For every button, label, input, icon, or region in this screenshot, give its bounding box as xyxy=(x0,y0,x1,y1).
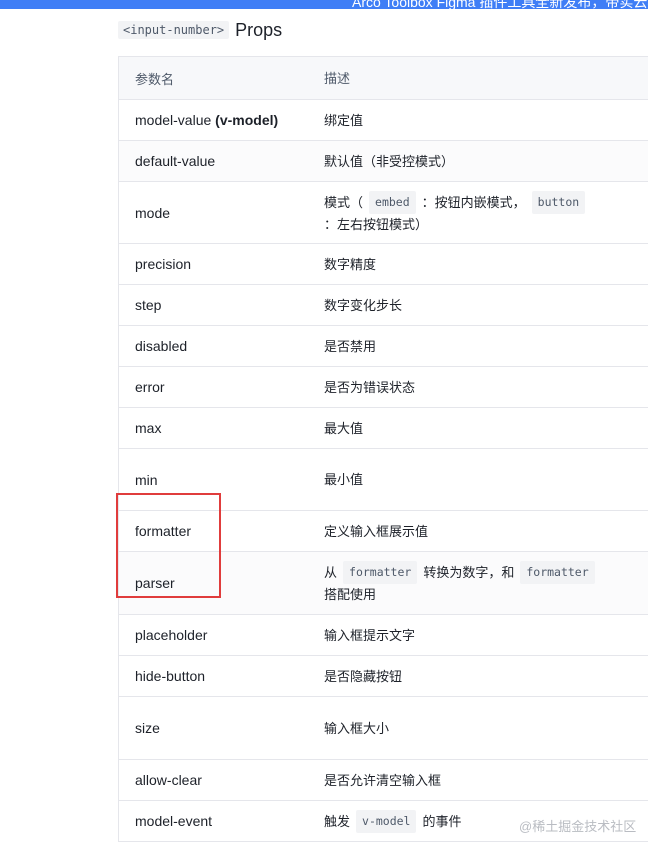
table-row: size 输入框大小 xyxy=(119,697,648,760)
prop-name-text: model-value xyxy=(135,112,212,128)
prop-desc: 是否为错误状态 xyxy=(324,379,416,395)
table-row: default-value 默认值（非受控模式） xyxy=(119,141,648,182)
prop-desc: 数字变化步长 xyxy=(324,297,403,313)
table-row: formatter 定义输入框展示值 xyxy=(119,511,648,552)
watermark: @稀土掘金技术社区 xyxy=(519,819,637,834)
prop-name: allow-clear xyxy=(135,772,202,788)
section-heading: <input-number> Props xyxy=(118,18,282,42)
prop-name: model-value (v-model) xyxy=(119,100,308,140)
desc-text: 模式（ xyxy=(324,194,364,210)
prop-name: precision xyxy=(135,256,192,272)
prop-desc: 数字精度 xyxy=(324,256,377,272)
header-desc: 描述 xyxy=(324,70,351,86)
announcement-banner[interactable]: Arco Toolbox Figma 插件工具全新发布，带实云模 xyxy=(0,0,648,9)
props-table: 参数名 描述 model-value (v-model) 绑定值 default… xyxy=(118,56,648,842)
desc-text: 从 xyxy=(324,565,338,580)
prop-desc: 定义输入框展示值 xyxy=(324,523,429,539)
prop-desc: 默认值（非受控模式） xyxy=(324,153,455,169)
table-row: disabled 是否禁用 xyxy=(119,326,648,367)
table-row: precision 数字精度 xyxy=(119,244,648,285)
prop-desc: 从 formatter 转换为数字，和 formatter 搭配使用 xyxy=(308,552,648,614)
table-row: mode 模式（ embed ：按钮内嵌模式， button ：左右按钮模式） xyxy=(119,182,648,244)
table-header-row: 参数名 描述 xyxy=(119,57,648,100)
desc-text: 的事件 xyxy=(422,813,462,829)
table-row: model-value (v-model) 绑定值 xyxy=(119,100,648,141)
desc-text: 搭配使用 xyxy=(324,587,377,602)
prop-name: size xyxy=(135,720,160,736)
desc-text: 触发 xyxy=(324,813,351,829)
prop-name: placeholder xyxy=(135,627,208,643)
prop-desc: 绑定值 xyxy=(324,112,364,128)
prop-name: max xyxy=(135,420,162,436)
prop-desc: 模式（ embed ：按钮内嵌模式， button ：左右按钮模式） xyxy=(308,182,648,243)
prop-name: model-event xyxy=(135,813,213,829)
desc-text: 转换为数字，和 xyxy=(423,565,515,580)
inline-code: embed xyxy=(369,190,416,214)
prop-desc: 是否允许清空输入框 xyxy=(324,772,442,788)
header-name: 参数名 xyxy=(135,71,175,87)
prop-name-suffix: (v-model) xyxy=(215,112,279,128)
prop-desc: 输入框提示文字 xyxy=(324,627,416,643)
table-row: placeholder 输入框提示文字 xyxy=(119,615,648,656)
prop-desc: 最大值 xyxy=(324,420,364,436)
prop-name: step xyxy=(135,297,162,313)
table-row: max 最大值 xyxy=(119,408,648,449)
prop-desc: 是否禁用 xyxy=(324,338,377,354)
prop-name: default-value xyxy=(135,153,216,169)
section-title: Props xyxy=(235,19,283,40)
inline-code: button xyxy=(531,190,586,214)
table-row: step 数字变化步长 xyxy=(119,285,648,326)
prop-name: mode xyxy=(135,204,171,221)
component-tag: <input-number> xyxy=(118,21,230,39)
table-row: parser 从 formatter 转换为数字，和 formatter 搭配使… xyxy=(119,552,648,615)
prop-name: min xyxy=(135,471,158,488)
prop-name: formatter xyxy=(135,523,192,539)
inline-code: v-model xyxy=(356,809,417,833)
prop-name: hide-button xyxy=(135,668,206,684)
prop-name: error xyxy=(135,379,165,395)
desc-text: ：按钮内嵌模式， xyxy=(421,194,526,210)
table-row: error 是否为错误状态 xyxy=(119,367,648,408)
prop-name: parser xyxy=(135,575,175,591)
table-row: allow-clear 是否允许清空输入框 xyxy=(119,760,648,801)
prop-desc: 最小值 xyxy=(324,472,364,487)
desc-text: ：左右按钮模式） xyxy=(324,216,429,232)
table-row: hide-button 是否隐藏按钮 xyxy=(119,656,648,697)
inline-code: formatter xyxy=(343,561,418,584)
table-row: min 最小值 xyxy=(119,449,648,511)
prop-desc: 输入框大小 xyxy=(324,720,390,736)
prop-name: disabled xyxy=(135,338,188,354)
prop-desc: 是否隐藏按钮 xyxy=(324,668,403,684)
banner-text: Arco Toolbox Figma 插件工具全新发布，带实云模 xyxy=(352,0,648,9)
inline-code: formatter xyxy=(520,561,595,584)
